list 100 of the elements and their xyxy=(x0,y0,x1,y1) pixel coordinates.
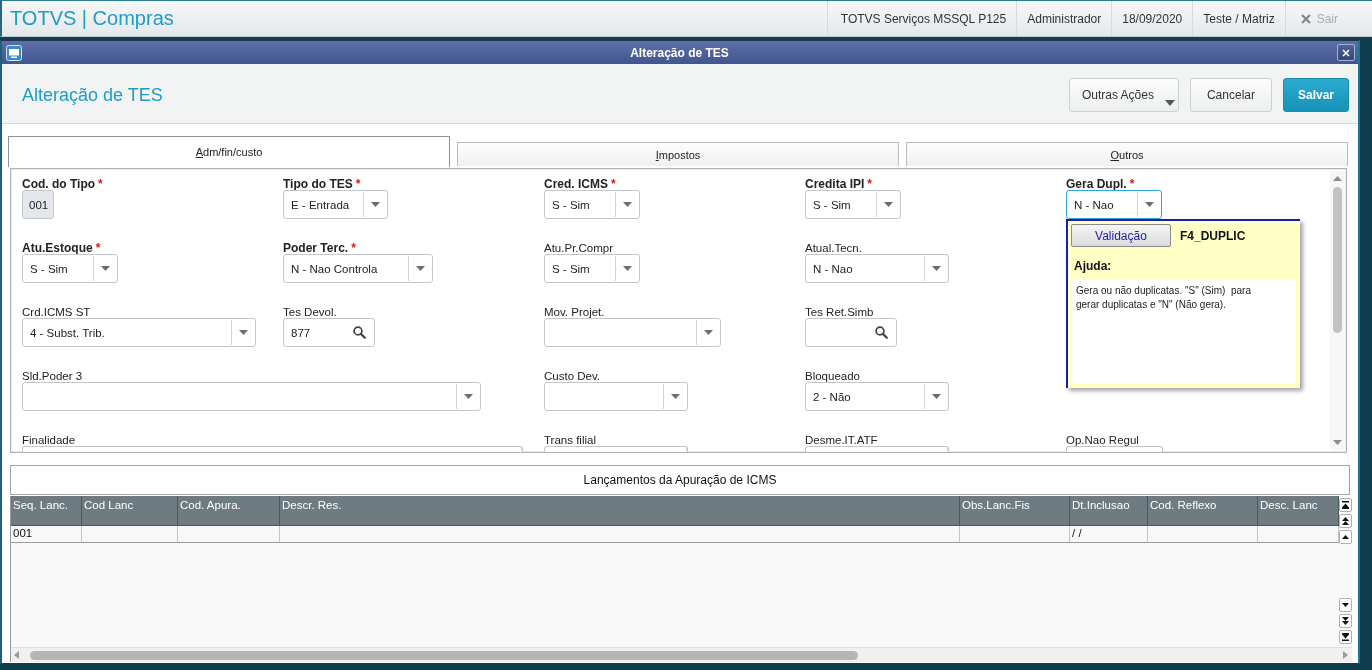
scrollbar-thumb[interactable] xyxy=(1332,187,1342,333)
help-text: Gera ou não duplicatas. "S" (Sim) para gerar duplicatas e "N" (Não gera). xyxy=(1071,280,1296,384)
field-label: Tes Devol. xyxy=(283,306,337,318)
cancel-button[interactable]: Cancelar xyxy=(1189,78,1272,112)
tab[interactable]: Impostos xyxy=(457,142,899,166)
field-label: Trans filial xyxy=(544,434,596,446)
field-label: Atual.Tecn. xyxy=(805,242,862,254)
table-cell: / / xyxy=(1070,526,1148,543)
tab[interactable]: Adm/fin/custo xyxy=(8,136,450,167)
dropdown-field[interactable] xyxy=(22,382,481,411)
dropdown-field[interactable]: S - Sim xyxy=(544,190,640,219)
scroll-down-button[interactable] xyxy=(1339,598,1352,612)
caret-icon xyxy=(464,394,473,399)
field-label: Custo Dev. xyxy=(544,370,601,382)
caret-icon xyxy=(671,394,680,399)
column-header: Obs.Lanc.Fis xyxy=(960,496,1070,526)
column-header: Dt.Inclusao xyxy=(1070,496,1148,526)
section-title: Lançamentos da Apuração de ICMS xyxy=(10,465,1350,495)
caret-icon xyxy=(932,394,941,399)
left-arrow-icon[interactable] xyxy=(14,651,19,659)
dropdown-field[interactable]: N - Nao xyxy=(1066,190,1162,219)
dropdown-field[interactable] xyxy=(805,446,949,452)
caret-icon xyxy=(239,330,248,335)
header-info-text: TOTVS Serviços MSSQL P125 xyxy=(826,1,1017,36)
page-up-button[interactable] xyxy=(1339,514,1352,528)
close-button[interactable] xyxy=(1337,44,1355,61)
field-label: Op.Nao Regul xyxy=(1066,434,1139,446)
search-icon[interactable] xyxy=(875,326,888,339)
header-info-text: Administrador xyxy=(1016,1,1112,36)
column-header: Cod. Apura. xyxy=(178,496,280,526)
field-code: F4_DUPLIC xyxy=(1180,228,1246,243)
page-down-button[interactable] xyxy=(1339,614,1352,628)
caret-icon xyxy=(416,266,425,271)
dropdown-field[interactable] xyxy=(22,446,523,452)
dropdown-field[interactable]: S - Sim xyxy=(805,190,901,219)
field-label: Mov. Projet. xyxy=(544,306,605,318)
close-icon xyxy=(1300,13,1311,24)
field-label: Crd.ICMS ST xyxy=(22,306,91,318)
field-label: Tes Ret.Simb xyxy=(805,306,874,318)
horizontal-scrollbar[interactable] xyxy=(11,647,1352,662)
field-label: Cod. do Tipo * xyxy=(22,178,103,190)
caret-icon xyxy=(623,202,632,207)
tab[interactable]: Outros xyxy=(906,142,1348,166)
field-label: Finalidade xyxy=(22,434,76,446)
up-arrow-icon xyxy=(1342,535,1349,539)
field-label: Credita IPI * xyxy=(805,178,873,190)
scroll-top-button[interactable] xyxy=(1339,498,1352,512)
dropdown-field[interactable]: N - Nao xyxy=(805,254,949,283)
caret-icon xyxy=(371,202,380,207)
column-header: Cod. Reflexo xyxy=(1148,496,1258,526)
column-header: Descr. Res. xyxy=(280,496,960,526)
field-label: Gera Dupl. * xyxy=(1066,178,1135,190)
header-info-text: 18/09/2020 xyxy=(1111,1,1193,36)
app-title: TOTVS | Compras xyxy=(9,7,175,30)
caret-icon xyxy=(101,266,110,271)
column-header: Cod Lanc xyxy=(82,496,178,526)
text-field[interactable] xyxy=(1066,446,1163,452)
more-actions-button[interactable]: Outras Ações xyxy=(1068,78,1179,112)
arrow-to-top-icon xyxy=(1342,501,1349,509)
dropdown-field[interactable]: E - Entrada xyxy=(283,190,388,219)
search-icon[interactable] xyxy=(353,326,366,339)
caret-icon xyxy=(932,266,941,271)
lookup-field[interactable] xyxy=(805,318,897,347)
field-label: Bloqueado xyxy=(805,370,860,382)
dropdown-field[interactable] xyxy=(544,318,721,347)
caret-icon xyxy=(884,202,893,207)
caret-icon xyxy=(704,330,713,335)
field-label: Tipo do TES * xyxy=(283,178,361,190)
lookup-field[interactable]: 877 xyxy=(283,318,375,347)
scrollbar-thumb[interactable] xyxy=(30,650,858,660)
dropdown-field[interactable]: N - Nao Controla xyxy=(283,254,433,283)
field-label: Poder Terc. * xyxy=(283,242,356,254)
down-arrow-icon xyxy=(1342,603,1349,607)
column-header: Seq. Lanc. xyxy=(11,496,82,526)
caret-icon xyxy=(1164,100,1175,106)
down-arrow-icon[interactable] xyxy=(1332,440,1342,445)
table-cell: 001 xyxy=(11,526,82,543)
page-heading: Alteração de TES xyxy=(22,84,164,106)
dropdown-field[interactable] xyxy=(544,446,688,452)
double-up-arrow-icon xyxy=(1342,517,1349,525)
dropdown-field[interactable]: 2 - Não xyxy=(805,382,949,411)
window-icon xyxy=(6,44,22,61)
validation-button[interactable]: Validação xyxy=(1071,224,1171,247)
scroll-up-button[interactable] xyxy=(1339,530,1352,544)
dialog-title: Alteração de TES xyxy=(629,45,730,60)
dropdown-field[interactable]: S - Sim xyxy=(22,254,118,283)
readonly-field[interactable]: 001 xyxy=(22,190,54,219)
help-heading: Ajuda: xyxy=(1074,259,1113,273)
field-label: Atu.Estoque * xyxy=(22,242,101,254)
right-arrow-icon[interactable] xyxy=(1343,651,1348,659)
dropdown-field[interactable]: 4 - Subst. Trib. xyxy=(22,318,256,347)
header-info-text: Teste / Matriz xyxy=(1192,1,1285,36)
dropdown-field[interactable]: S - Sim xyxy=(544,254,640,283)
column-header: Desc. Lanc xyxy=(1258,496,1339,526)
vertical-scrollbar[interactable] xyxy=(1330,171,1344,450)
up-arrow-icon[interactable] xyxy=(1332,176,1342,181)
scroll-bottom-button[interactable] xyxy=(1339,630,1352,644)
dropdown-field[interactable] xyxy=(544,382,688,411)
caret-icon xyxy=(623,266,632,271)
field-label: Cred. ICMS * xyxy=(544,178,616,190)
